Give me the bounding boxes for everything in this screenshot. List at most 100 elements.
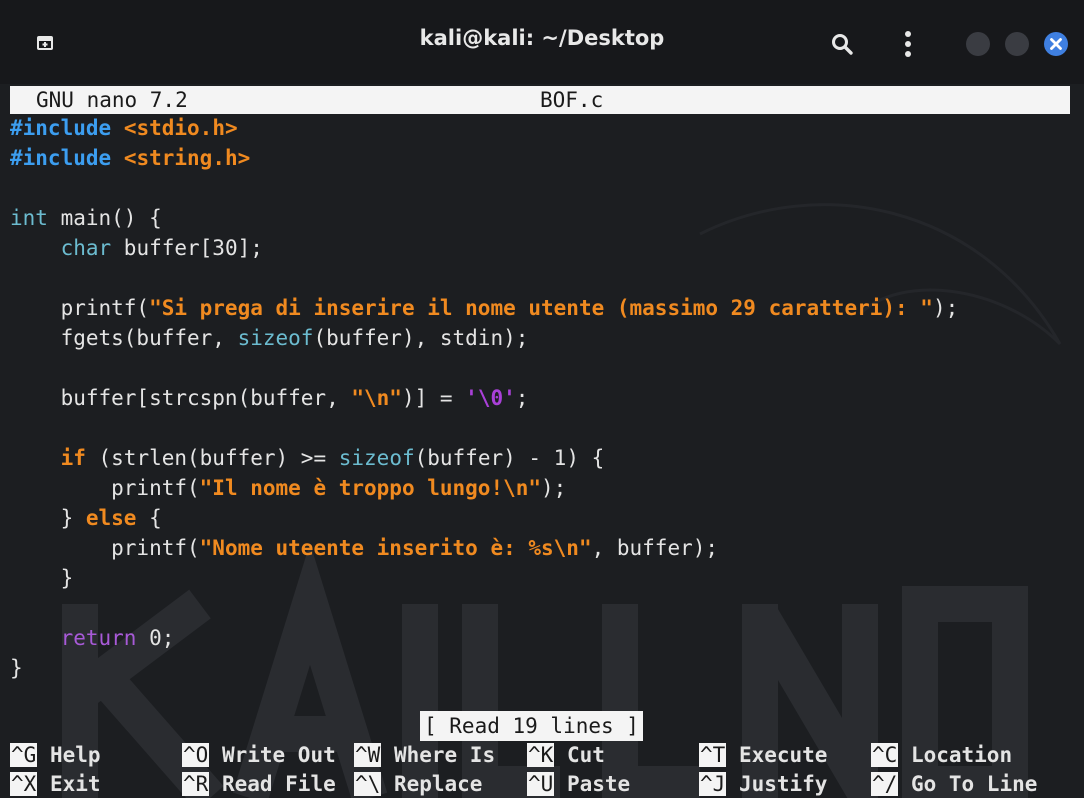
shortcut-key: ^G	[10, 743, 38, 767]
shortcut-label: Read File	[221, 772, 336, 796]
shortcut-paste[interactable]: ^U Paste	[527, 770, 630, 798]
shortcut-justify[interactable]: ^J Justify	[699, 770, 827, 798]
code-line: }	[10, 653, 1070, 683]
code-token: fgets(buffer,	[10, 326, 238, 350]
shortcut-replace[interactable]: ^\ Replace	[354, 770, 482, 798]
code-line: } else {	[10, 503, 1070, 533]
code-line: printf("Si prega di inserire il nome ute…	[10, 293, 1070, 323]
maximize-icon	[1005, 32, 1029, 56]
shortcut-label: Execute	[738, 743, 828, 767]
code-line: printf("Nome uteente inserito è: %s\n", …	[10, 533, 1070, 563]
maximize-button[interactable]	[1003, 30, 1031, 58]
new-tab-button[interactable]	[32, 30, 58, 56]
shortcut-cut[interactable]: ^K Cut	[527, 741, 605, 769]
shortcut-key: ^U	[527, 772, 555, 796]
shortcut-read-file[interactable]: ^R Read File	[182, 770, 336, 798]
code-token: (buffer) - 1) {	[414, 446, 605, 470]
nano-filename: BOF.c	[540, 88, 604, 112]
shortcut-label: Go To Line	[910, 772, 1038, 796]
code-token: <string.h>	[123, 146, 251, 170]
code-token: 0;	[136, 626, 175, 650]
code-token: "Nome uteente inserito è: %s\n"	[199, 536, 592, 560]
shortcut-label: Write Out	[221, 743, 336, 767]
code-token: (strlen(buffer) >=	[85, 446, 339, 470]
code-token: '\0'	[465, 386, 516, 410]
shortcut-where-is[interactable]: ^W Where Is	[354, 741, 495, 769]
code-token: );	[932, 296, 959, 320]
shortcut-key: ^\	[354, 772, 382, 796]
shortcut-key: ^R	[182, 772, 210, 796]
code-token: , buffer);	[591, 536, 719, 560]
shortcut-label: Location	[910, 743, 1013, 767]
code-token: sizeof	[338, 446, 415, 470]
nano-header-bar: GNU nano 7.2 BOF.c	[10, 86, 1070, 114]
window-title-text: kali@kali: ~/Desktop	[419, 26, 665, 50]
shortcut-key: ^O	[182, 743, 210, 767]
nano-version: GNU nano 7.2	[36, 88, 188, 112]
code-token: )] =	[401, 386, 466, 410]
code-token: printf(	[10, 476, 200, 500]
shortcut-key: ^J	[699, 772, 727, 796]
code-token: "Il nome è troppo lungo!\n"	[199, 476, 542, 500]
shortcut-location[interactable]: ^C Location	[871, 741, 1012, 769]
shortcut-key: ^K	[527, 743, 555, 767]
code-token: else	[85, 506, 137, 530]
shortcut-label: Cut	[566, 743, 605, 767]
minimize-button[interactable]	[964, 30, 992, 58]
shortcut-label: Paste	[566, 772, 631, 796]
code-line: buffer[strcspn(buffer, "\n")] = '\0';	[10, 383, 1070, 413]
close-icon	[1044, 32, 1068, 56]
code-token: char	[60, 236, 112, 260]
nano-shortcut-bar: ^G Help ^O Write Out ^W Where Is ^K Cut …	[10, 741, 1084, 798]
shortcut-label: Justify	[738, 772, 828, 796]
terminal-area[interactable]: GNU nano 7.2 BOF.c #include <stdio.h> #i…	[0, 84, 1084, 798]
shortcut-label: Help	[49, 743, 101, 767]
shortcut-key: ^/	[871, 772, 899, 796]
code-token: ;	[515, 386, 529, 410]
shortcut-key: ^C	[871, 743, 899, 767]
code-line: return 0;	[10, 623, 1070, 653]
kebab-menu-icon	[905, 31, 911, 57]
code-token: "\n"	[351, 386, 402, 410]
code-line: #include <string.h>	[10, 143, 1070, 173]
code-line: }	[10, 563, 1070, 593]
shortcut-label: Exit	[49, 772, 101, 796]
terminal-window: kali@kali: ~/Desktop GNU nano 7.2 BOF.c …	[0, 0, 1084, 798]
code-editor[interactable]: #include <stdio.h> #include <string.h> i…	[10, 113, 1070, 683]
code-line: #include <stdio.h>	[10, 113, 1070, 143]
code-token: (buffer), stdin);	[313, 326, 529, 350]
nano-status-message: [ Read 19 lines ]	[420, 711, 643, 741]
shortcut-write-out[interactable]: ^O Write Out	[182, 741, 336, 769]
search-button[interactable]	[826, 28, 858, 60]
code-token: }	[10, 506, 86, 530]
shortcut-label: Replace	[393, 772, 483, 796]
shortcut-exit[interactable]: ^X Exit	[10, 770, 101, 798]
search-icon	[832, 34, 853, 55]
code-token: buffer[30];	[111, 236, 263, 260]
shortcut-help[interactable]: ^G Help	[10, 741, 101, 769]
title-bar: kali@kali: ~/Desktop	[0, 0, 1084, 84]
code-token: }	[10, 656, 23, 680]
code-token: printf(	[10, 536, 200, 560]
code-token: #include	[10, 116, 112, 140]
code-line: char buffer[30];	[10, 233, 1070, 263]
code-line: printf("Il nome è troppo lungo!\n");	[10, 473, 1070, 503]
shortcut-execute[interactable]: ^T Execute	[699, 741, 827, 769]
code-token: );	[541, 476, 567, 500]
close-button[interactable]	[1042, 30, 1070, 58]
new-tab-icon	[37, 36, 53, 50]
code-token: }	[10, 566, 74, 590]
code-line: int main() {	[10, 203, 1070, 233]
code-token: main() {	[47, 206, 162, 230]
menu-button[interactable]	[894, 28, 922, 60]
shortcut-label: Where Is	[393, 743, 496, 767]
shortcut-go-to-line[interactable]: ^/ Go To Line	[871, 770, 1037, 798]
